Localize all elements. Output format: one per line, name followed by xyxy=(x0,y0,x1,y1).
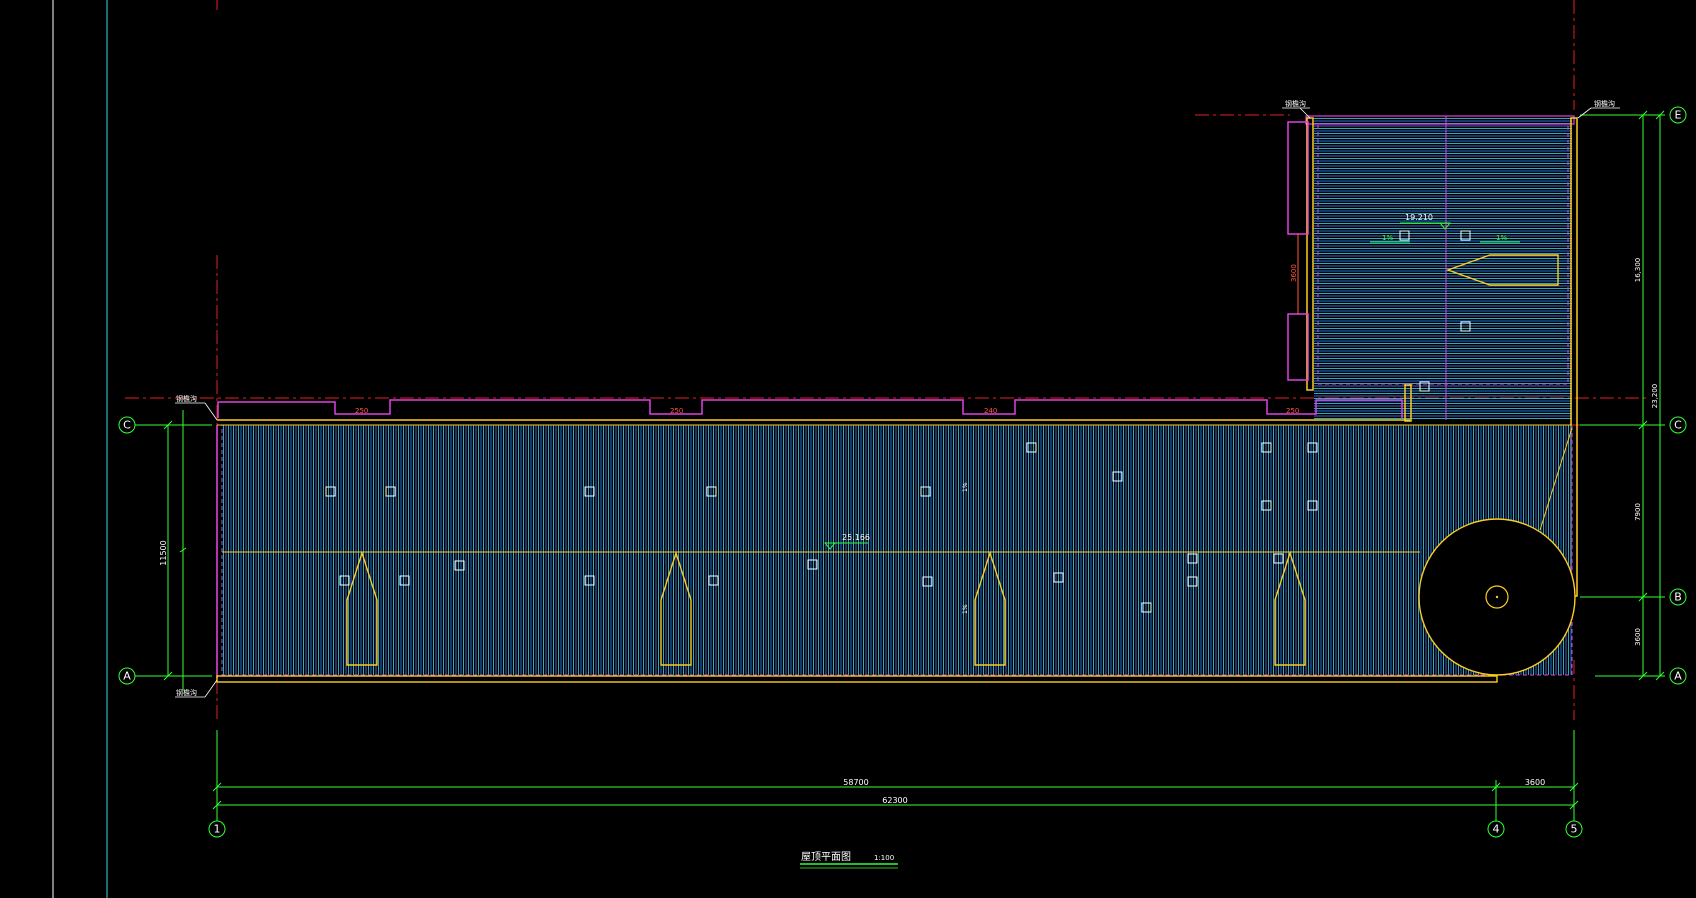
grid-bubble-c-left: C xyxy=(118,416,136,434)
opening-dim-3: 240 xyxy=(984,407,997,415)
opening-dim-2: 250 xyxy=(670,407,683,415)
upper-wall-dimension: 3600 xyxy=(1290,264,1298,282)
grid-bubble-a-left: A xyxy=(118,667,136,685)
grid-bubble-4: 4 xyxy=(1487,820,1505,838)
slope-label-upper-1: 1% xyxy=(1382,234,1393,242)
grid-bubble-b-right: B xyxy=(1669,588,1687,606)
dim-a-c: 11500 xyxy=(159,540,168,565)
grid-bubble-1: 1 xyxy=(208,820,226,838)
svg-text:E: E xyxy=(1675,109,1682,122)
dim-c-e: 16,300 xyxy=(1634,258,1642,283)
dim-a-b: 3600 xyxy=(1634,628,1642,646)
edge-label-2: 钢檐沟 xyxy=(176,688,197,697)
main-roof-elevation: 25.166 xyxy=(842,533,870,542)
cad-drawing: 1% 1% 3600 250 250 240 250 25.166 19.210… xyxy=(52,0,1687,898)
dim-4-5: 3600 xyxy=(1525,778,1545,787)
svg-text:1: 1 xyxy=(214,823,221,836)
drawing-title: 屋顶平面图 xyxy=(801,851,851,863)
upper-roof-elevation: 19.210 xyxy=(1405,213,1433,222)
drawing-scale: 1:100 xyxy=(874,854,894,862)
dim-1-4: 58700 xyxy=(843,778,868,787)
svg-text:B: B xyxy=(1674,591,1682,604)
svg-text:A: A xyxy=(123,670,131,683)
edge-label-3: 钢檐沟 xyxy=(1285,99,1306,108)
slope-label-upper-2: 1% xyxy=(1496,234,1507,242)
edge-label-4: 钢檐沟 xyxy=(1594,99,1615,108)
main-roof-block: 250 250 240 250 xyxy=(216,399,1576,683)
grid-bubble-a-right: A xyxy=(1669,667,1687,685)
slope-label-main-2: 1% xyxy=(962,604,969,614)
dim-total-bottom: 62300 xyxy=(882,796,907,805)
frame-lines xyxy=(52,0,108,898)
drawing-title-block: 屋顶平面图 1:100 xyxy=(800,851,898,869)
grid-bubble-c-right: C xyxy=(1669,416,1687,434)
dim-b-c: 7900 xyxy=(1634,503,1642,521)
svg-text:C: C xyxy=(1674,419,1682,432)
grid-bubble-5: 5 xyxy=(1565,820,1583,838)
svg-text:C: C xyxy=(123,419,131,432)
dim-total-right: 23,200 xyxy=(1651,384,1659,409)
edge-label-1: 钢檐沟 xyxy=(176,394,197,403)
svg-text:5: 5 xyxy=(1571,823,1578,836)
opening-dim-4: 250 xyxy=(1286,407,1299,415)
slope-label-main-1: 1% xyxy=(962,482,969,492)
opening-dim-1: 250 xyxy=(355,407,368,415)
svg-text:4: 4 xyxy=(1493,823,1500,836)
svg-text:A: A xyxy=(1674,670,1682,683)
grid-bubble-e-right: E xyxy=(1669,106,1687,124)
